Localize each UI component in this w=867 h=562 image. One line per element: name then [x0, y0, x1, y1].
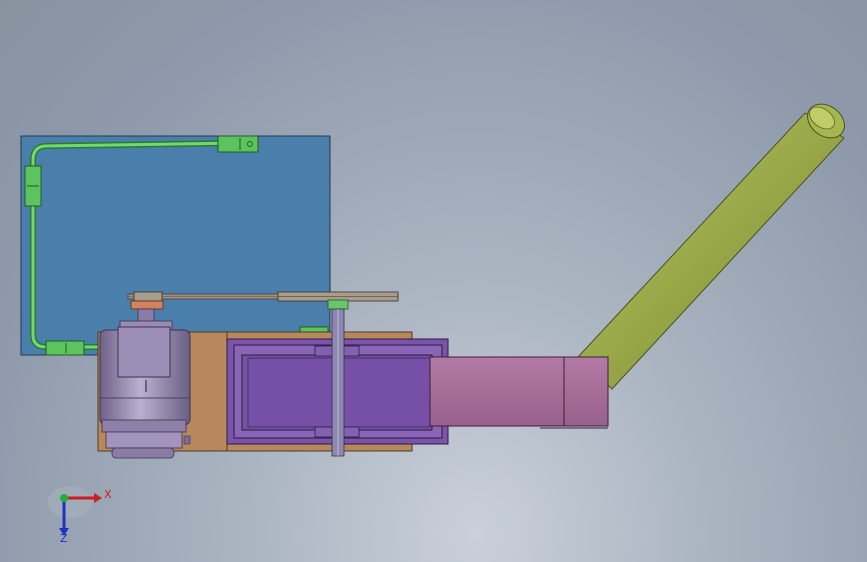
x-axis-label: X [104, 488, 112, 501]
motor-coupling[interactable] [130, 300, 164, 310]
x-axis-arrow-icon [94, 493, 102, 503]
olive-tube[interactable] [577, 97, 851, 390]
coordinate-triad: X Z [48, 486, 112, 545]
drive-shaft[interactable] [331, 308, 345, 457]
motor-pulley[interactable] [133, 291, 163, 302]
pipe-clamp-bottom[interactable] [45, 340, 85, 356]
pink-chute[interactable] [429, 356, 609, 429]
cad-viewport[interactable]: X Z [0, 0, 867, 562]
origin-icon [60, 494, 68, 502]
assembly-drawing[interactable]: X Z [0, 0, 867, 562]
electric-motor[interactable] [99, 308, 191, 459]
motor-terminal-box [117, 326, 171, 378]
shaft-collar[interactable] [327, 299, 349, 310]
z-axis-label: Z [60, 532, 68, 545]
blue-plate[interactable] [20, 135, 331, 356]
